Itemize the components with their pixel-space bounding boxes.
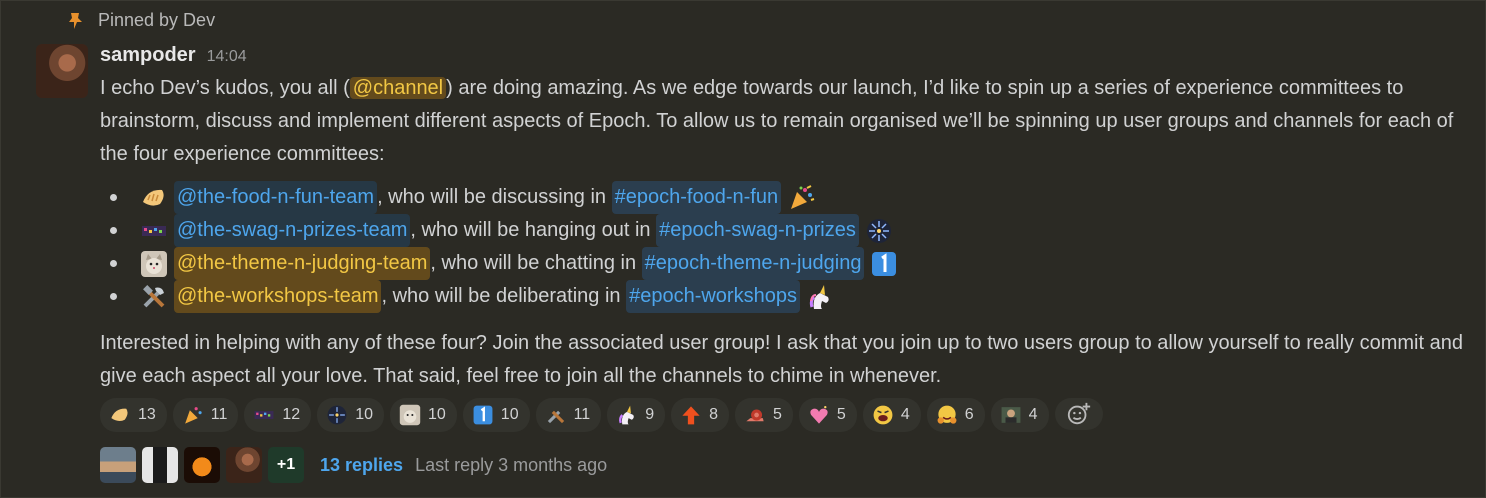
list-item: @the-workshops-team , who will be delibe… (110, 280, 898, 313)
thread-summary[interactable]: +1 13 replies Last reply 3 months ago (100, 447, 607, 483)
reaction-cat[interactable]: 10 (390, 398, 457, 432)
reaction-count: 4 (900, 406, 910, 423)
message-body: I echo Dev’s kudos, you all (@channel) a… (100, 72, 1470, 171)
reaction-hugging-face[interactable]: 6 (926, 398, 985, 432)
pinned-text: Pinned by Dev (98, 10, 216, 30)
reaction-count: 10 (355, 406, 373, 423)
keycap-one-emoji (473, 405, 493, 425)
committee-list: @the-food-n-fun-team , who will be discu… (110, 181, 898, 313)
group-link[interactable]: @the-food-n-fun-team (174, 181, 378, 214)
reply-avatar[interactable] (226, 447, 262, 483)
reaction-count: 12 (282, 406, 301, 423)
item-text: , who will be discussing in (377, 186, 612, 208)
shouting-face-emoji (873, 405, 893, 425)
item-text: , who will be hanging out in (410, 219, 657, 241)
group-mention[interactable]: @the-workshops-team (174, 280, 382, 313)
pixel-flair-emoji (254, 411, 274, 419)
more-repliers-badge[interactable]: +1 (268, 447, 304, 483)
person-photo-emoji (1001, 407, 1021, 423)
sparkling-heart-emoji (810, 405, 828, 424)
replies-link[interactable]: 13 replies (320, 455, 403, 476)
list-item: @the-theme-n-judging-team , who will be … (110, 247, 898, 280)
add-reaction-icon (1067, 402, 1090, 425)
bullet (110, 227, 117, 234)
hugging-face-emoji (937, 405, 957, 424)
bullet (110, 194, 117, 201)
reply-avatar[interactable] (142, 447, 178, 483)
channel-link[interactable]: #epoch-theme-n-judging (641, 247, 865, 280)
message-header: sampoder 14:04 (100, 44, 247, 67)
snail-emoji (746, 409, 764, 422)
reaction-sparkling-heart[interactable]: 5 (798, 398, 857, 432)
channel-mention[interactable]: @channel (349, 77, 447, 99)
channel-link[interactable]: #epoch-swag-n-prizes (656, 214, 859, 247)
reply-avatar[interactable] (184, 447, 220, 483)
author-name[interactable]: sampoder (100, 44, 196, 67)
reaction-count: 10 (500, 406, 519, 423)
reaction-fireworks[interactable]: 10 (317, 398, 384, 432)
reaction-count: 10 (428, 406, 446, 423)
fireworks-emoji (327, 405, 347, 425)
message-timestamp[interactable]: 14:04 (207, 48, 247, 66)
unicorn-emoji (806, 283, 834, 311)
tools-emoji (547, 410, 564, 424)
tools-emoji (140, 283, 168, 311)
last-reply-text: Last reply 3 months ago (415, 454, 608, 475)
reaction-count: 9 (645, 406, 655, 423)
add-reaction-button[interactable] (1054, 398, 1103, 430)
keycap-one-emoji (870, 250, 898, 278)
reaction-count: 11 (573, 406, 591, 423)
unicorn-emoji (619, 405, 635, 425)
reaction-keycap-one[interactable]: 10 (462, 398, 530, 432)
channel-link[interactable]: #epoch-workshops (626, 280, 800, 313)
reaction-count: 5 (836, 406, 846, 423)
bullet (110, 293, 117, 300)
reactions-bar: 13 11 12 10 10 10 11 9 8 5 5 4 6 4 (100, 398, 1103, 432)
party-popper-emoji (787, 184, 815, 212)
arrow-up-emoji (682, 406, 700, 425)
reaction-pixel-flair[interactable]: 12 (244, 398, 312, 432)
item-text: , who will be chatting in (430, 252, 642, 274)
list-item: @the-swag-n-prizes-team , who will be ha… (110, 214, 898, 247)
reaction-tools[interactable]: 11 (535, 398, 602, 432)
reaction-count: 5 (773, 406, 782, 423)
group-link[interactable]: @the-swag-n-prizes-team (174, 214, 411, 247)
reaction-count: 4 (1028, 406, 1038, 423)
group-mention[interactable]: @the-theme-n-judging-team (174, 247, 431, 280)
cat-emoji (140, 250, 168, 278)
bullet (110, 260, 117, 267)
pin-icon (68, 12, 84, 30)
reaction-snail[interactable]: 5 (735, 398, 793, 432)
intro-text-1: I echo Dev’s kudos, you all ( (100, 77, 350, 99)
reply-avatar[interactable] (100, 447, 136, 483)
item-text: , who will be deliberating in (381, 285, 627, 307)
reaction-count: 11 (210, 406, 228, 423)
reaction-party-popper[interactable]: 11 (172, 398, 239, 432)
author-avatar[interactable] (36, 44, 88, 98)
reaction-count: 13 (138, 406, 156, 423)
party-popper-emoji (184, 407, 202, 424)
pinned-banner: Pinned by Dev (68, 10, 215, 31)
dumpling-emoji (111, 408, 128, 421)
reaction-dumpling[interactable]: 13 (100, 398, 167, 432)
reaction-unicorn[interactable]: 9 (607, 398, 666, 432)
outro-text: Interested in helping with any of these … (100, 332, 1463, 387)
channel-link[interactable]: #epoch-food-n-fun (611, 181, 782, 214)
pixel-flair-emoji (140, 217, 168, 245)
reaction-count: 8 (709, 406, 719, 423)
dumpling-emoji (140, 184, 168, 212)
reaction-shouting-face[interactable]: 4 (862, 398, 921, 432)
fireworks-emoji (865, 217, 893, 245)
reaction-count: 6 (964, 406, 974, 423)
cat-emoji (399, 404, 421, 426)
reaction-person-photo[interactable]: 4 (990, 398, 1049, 432)
list-item: @the-food-n-fun-team , who will be discu… (110, 181, 898, 214)
reaction-arrow-up[interactable]: 8 (671, 398, 730, 432)
